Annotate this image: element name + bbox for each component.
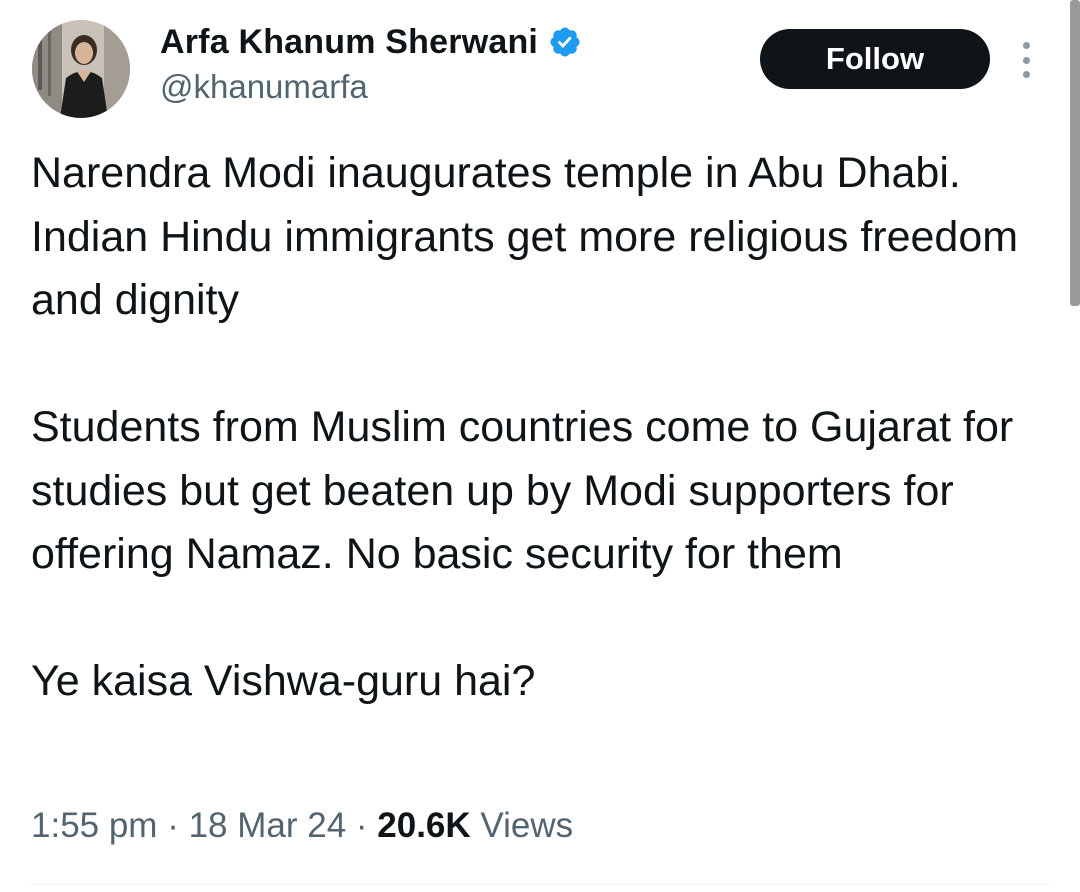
tweet-paragraph: Narendra Modi inaugurates temple in Abu …	[31, 149, 1019, 324]
more-dot	[1022, 42, 1030, 49]
tweet-text: Narendra Modi inaugurates temple in Abu …	[31, 142, 1051, 714]
more-dot	[1022, 56, 1030, 64]
more-vertical-icon[interactable]	[1016, 42, 1036, 78]
scrollbar[interactable]	[1070, 0, 1080, 306]
meta-separator: ·	[346, 806, 378, 845]
divider	[31, 884, 1050, 885]
tweet-meta: 1:55 pm · 18 Mar 24 · 20.6K Views	[31, 806, 573, 846]
tweet-date[interactable]: 18 Mar 24	[189, 806, 347, 845]
author-display-name[interactable]: Arfa Khanum Sherwani	[160, 20, 582, 64]
views-label: Views	[480, 806, 574, 845]
avatar-photo	[32, 20, 130, 118]
follow-button[interactable]: Follow	[760, 29, 990, 89]
tweet-paragraph: Ye kaisa Vishwa-guru hai?	[31, 657, 536, 705]
tweet-time[interactable]: 1:55 pm	[31, 806, 157, 845]
verified-badge-icon	[550, 27, 580, 57]
tweet-paragraph: Students from Muslim countries come to G…	[31, 403, 1014, 578]
author-handle[interactable]: @khanumarfa	[160, 68, 368, 106]
author-name-text: Arfa Khanum Sherwani	[160, 22, 539, 61]
meta-separator: ·	[157, 806, 189, 845]
more-dot	[1022, 71, 1030, 78]
avatar[interactable]	[32, 20, 130, 118]
views-count: 20.6K	[377, 806, 471, 845]
